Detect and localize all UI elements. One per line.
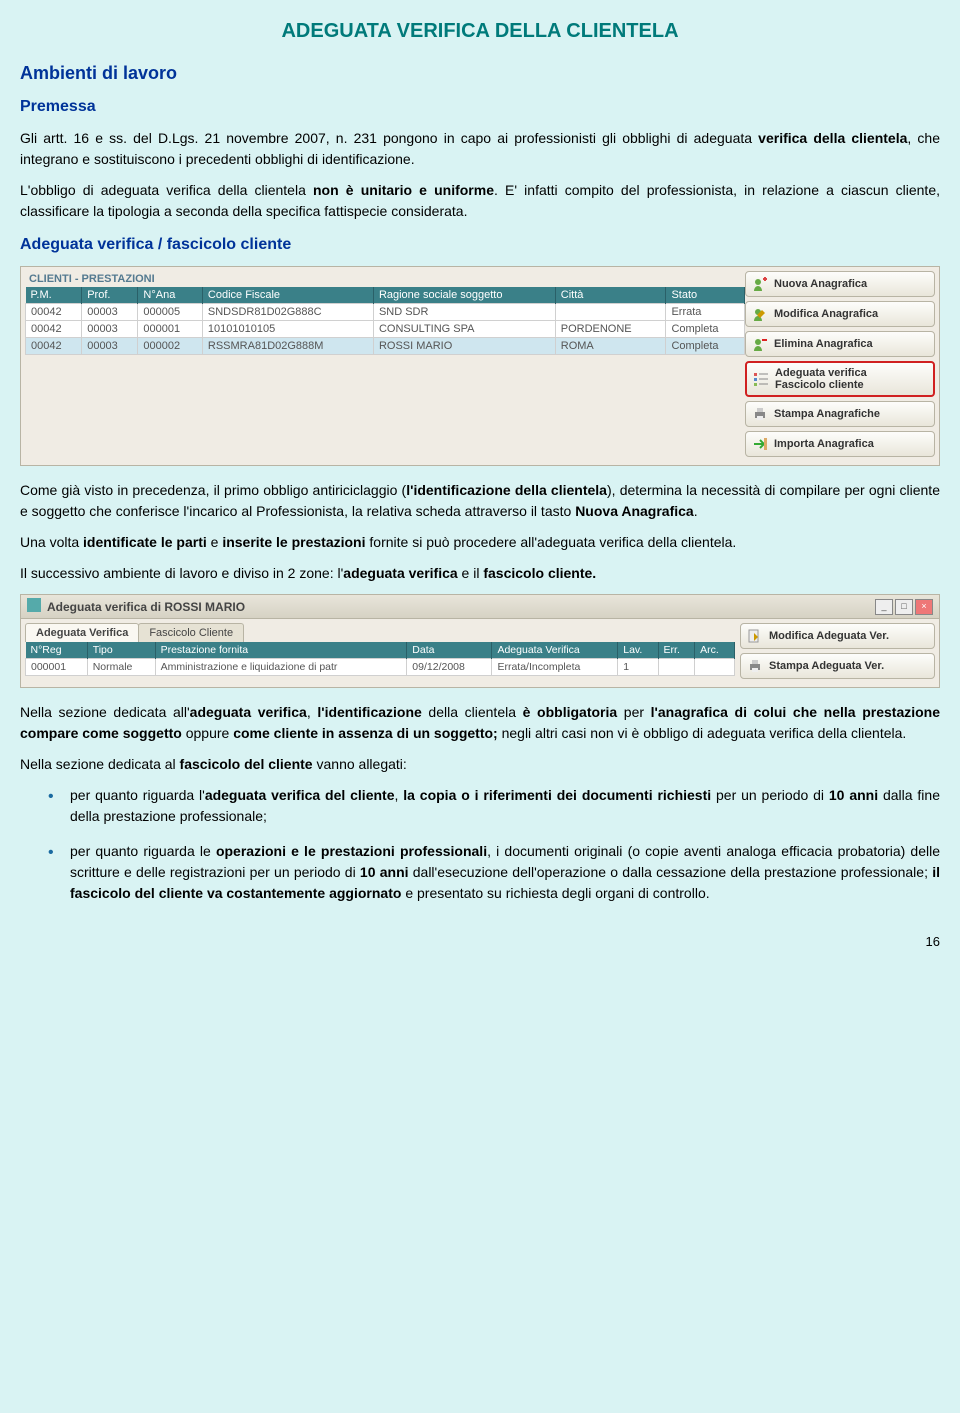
import-icon: [752, 436, 768, 452]
table-row[interactable]: 0004200003000002 RSSMRA81D02G888MROSSI M…: [26, 338, 745, 355]
print-icon: [747, 658, 763, 674]
elimina-anagrafica-button[interactable]: Elimina Anagrafica: [745, 331, 935, 357]
importa-anagrafica-button[interactable]: Importa Anagrafica: [745, 431, 935, 457]
minimize-button[interactable]: _: [875, 599, 893, 615]
delete-user-icon: [752, 336, 768, 352]
clienti-table[interactable]: P.M.Prof.N°Ana Codice FiscaleRagione soc…: [25, 287, 745, 355]
nuova-anagrafica-button[interactable]: Nuova Anagrafica: [745, 271, 935, 297]
table-row[interactable]: 000001NormaleAmministrazione e liquidazi…: [26, 659, 735, 676]
page-title: ADEGUATA VERIFICA DELLA CLIENTELA: [20, 20, 940, 43]
modifica-adeguata-button[interactable]: Modifica Adeguata Ver.: [740, 623, 935, 649]
close-button[interactable]: ×: [915, 599, 933, 615]
maximize-button[interactable]: □: [895, 599, 913, 615]
heading-adeguata-verifica: Adeguata verifica / fascicolo cliente: [20, 236, 940, 254]
list-item: per quanto riguarda l'adeguata verifica …: [48, 785, 940, 827]
page-number: 16: [20, 934, 940, 949]
stampa-anagrafiche-button[interactable]: Stampa Anagrafiche: [745, 401, 935, 427]
paragraph: Come già visto in precedenza, il primo o…: [20, 480, 940, 522]
add-user-icon: [752, 276, 768, 292]
paragraph: Nella sezione dedicata al fascicolo del …: [20, 754, 940, 775]
modifica-anagrafica-button[interactable]: Modifica Anagrafica: [745, 301, 935, 327]
tab-fascicolo-cliente[interactable]: Fascicolo Cliente: [138, 623, 244, 642]
window-titlebar: Adeguata verifica di ROSSI MARIO _ □ ×: [21, 595, 939, 619]
paragraph: Il successivo ambiente di lavoro e divis…: [20, 563, 940, 584]
screenshot-adeguata-verifica-window: Adeguata verifica di ROSSI MARIO _ □ × M…: [20, 594, 940, 688]
bullet-list: per quanto riguarda l'adeguata verifica …: [20, 785, 940, 904]
heading-ambienti: Ambienti di lavoro: [20, 63, 940, 84]
table-row[interactable]: 0004200003000005 SNDSDR81D02G888CSND SDR…: [26, 304, 745, 321]
print-icon: [752, 406, 768, 422]
stampa-adeguata-button[interactable]: Stampa Adeguata Ver.: [740, 653, 935, 679]
screenshot-clienti-prestazioni: Nuova Anagrafica Modifica Anagrafica Eli…: [20, 266, 940, 466]
edit-icon: [747, 628, 763, 644]
paragraph: L'obbligo di adeguata verifica della cli…: [20, 180, 940, 222]
paragraph: Gli artt. 16 e ss. del D.Lgs. 21 novembr…: [20, 128, 940, 170]
paragraph: Una volta identificate le parti e inseri…: [20, 532, 940, 553]
adeguata-verifica-fascicolo-button[interactable]: Adeguata verificaFascicolo cliente: [745, 361, 935, 397]
list-icon: [753, 371, 769, 387]
edit-user-icon: [752, 306, 768, 322]
adeguata-table[interactable]: N°RegTipoPrestazione fornita DataAdeguat…: [25, 642, 735, 676]
heading-premessa: Premessa: [20, 98, 940, 116]
table-row[interactable]: 0004200003000001 10101010105CONSULTING S…: [26, 321, 745, 338]
list-item: per quanto riguarda le operazioni e le p…: [48, 841, 940, 904]
app-icon: [27, 598, 41, 615]
tab-adeguata-verifica[interactable]: Adeguata Verifica: [25, 623, 139, 642]
paragraph: Nella sezione dedicata all'adeguata veri…: [20, 702, 940, 744]
